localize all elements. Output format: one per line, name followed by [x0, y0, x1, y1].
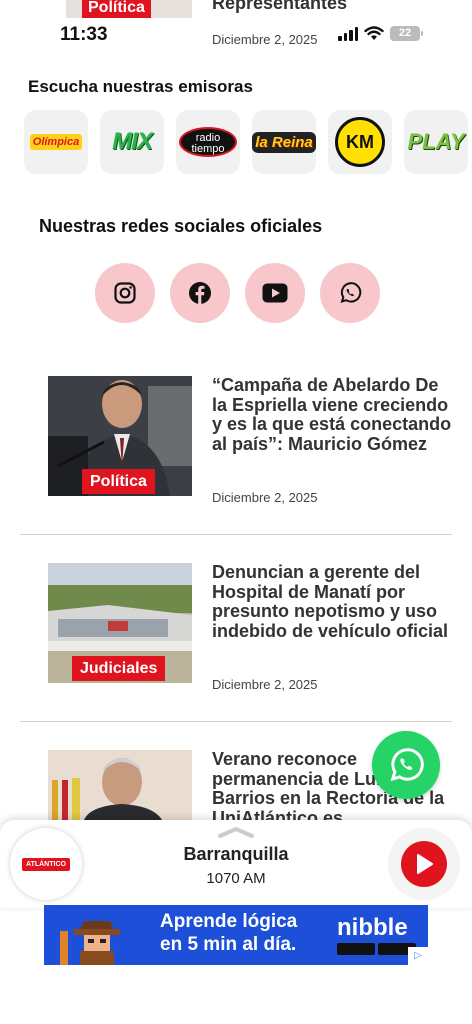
station-olimpica[interactable]: Olímpica	[24, 110, 88, 174]
play-button[interactable]	[388, 828, 460, 900]
ad-choices-icon[interactable]: ▷	[408, 947, 428, 965]
status-icons: 22	[338, 26, 423, 41]
divider	[20, 534, 452, 535]
article-card[interactable]: Política “Campaña de Abelardo De la Espr…	[0, 375, 472, 505]
ad-character-icon	[54, 911, 134, 965]
battery-icon: 22	[390, 26, 423, 41]
article-title[interactable]: “Campaña de Abelardo De la Espriella vie…	[212, 375, 452, 454]
instagram-button[interactable]	[95, 263, 155, 323]
divider	[20, 721, 452, 722]
top-article-thumbnail[interactable]: Política	[66, 0, 192, 18]
whatsapp-float-button[interactable]	[372, 731, 440, 799]
ad-text: Aprende lógica en 5 min al día.	[160, 910, 297, 956]
status-time: 11:33	[60, 24, 108, 45]
whatsapp-button[interactable]	[320, 263, 380, 323]
category-tag: Judiciales	[72, 656, 166, 681]
article-date: Diciembre 2, 2025	[212, 490, 318, 505]
article-title[interactable]: Representantes	[212, 0, 347, 14]
ad-line-1: Aprende lógica	[160, 911, 298, 932]
category-tag: Política	[82, 0, 151, 18]
youtube-icon	[262, 283, 288, 303]
radio-player: ATLÁNTICO Barranquilla 1070 AM	[0, 820, 472, 908]
page: Política Representantes 11:33 Diciembre …	[0, 0, 472, 1024]
instagram-icon	[114, 282, 136, 304]
social-links	[95, 263, 380, 323]
station-radio-tiempo[interactable]: radio tiempo	[176, 110, 240, 174]
play-icon	[401, 841, 447, 887]
wifi-icon	[364, 26, 384, 40]
category-tag: Política	[82, 469, 155, 494]
whatsapp-icon	[340, 282, 362, 304]
ad-line-2: en 5 min al día.	[160, 934, 297, 955]
station-km[interactable]: KM	[328, 110, 392, 174]
stations-title: Escucha nuestras emisoras	[28, 77, 253, 96]
station-la-reina[interactable]: la Reina	[252, 110, 316, 174]
station-logo: MIX	[112, 128, 153, 155]
station-mix[interactable]: MIX	[100, 110, 164, 174]
article-photo	[48, 750, 192, 820]
app-store-badges	[337, 943, 416, 955]
station-logo: PLAY	[407, 129, 465, 154]
cellular-signal-icon	[338, 26, 358, 41]
top-article[interactable]: Política Representantes	[0, 0, 472, 20]
article-card[interactable]: Judiciales Denuncian a gerente del Hospi…	[0, 562, 472, 692]
article-title[interactable]: Denuncian a gerente del Hospital de Mana…	[212, 562, 452, 641]
station-play[interactable]: PLAY	[404, 110, 468, 174]
chevron-up-icon[interactable]	[218, 826, 254, 838]
whatsapp-icon	[390, 748, 424, 782]
facebook-icon	[189, 282, 211, 304]
youtube-button[interactable]	[245, 263, 305, 323]
station-logo: la Reina	[252, 131, 316, 153]
article-thumbnail[interactable]: Judiciales	[48, 563, 192, 683]
article-date: Diciembre 2, 2025	[212, 677, 318, 692]
station-logo: KM	[335, 117, 385, 167]
ad-brand: nibble	[337, 914, 408, 941]
article-date: Diciembre 2, 2025	[212, 32, 318, 47]
social-title: Nuestras redes sociales oficiales	[39, 216, 323, 236]
app-store-badge	[337, 943, 375, 955]
stations-list: Olímpica MIX radio tiempo la Reina KM PL…	[24, 110, 468, 174]
ad-banner[interactable]: Aprende lógica en 5 min al día. nibble ▷	[44, 905, 428, 965]
article-thumbnail[interactable]: Política	[48, 376, 192, 496]
station-logo: radio tiempo	[179, 127, 237, 157]
article-thumbnail[interactable]	[48, 750, 192, 820]
station-logo: Olímpica	[29, 134, 83, 150]
facebook-button[interactable]	[170, 263, 230, 323]
